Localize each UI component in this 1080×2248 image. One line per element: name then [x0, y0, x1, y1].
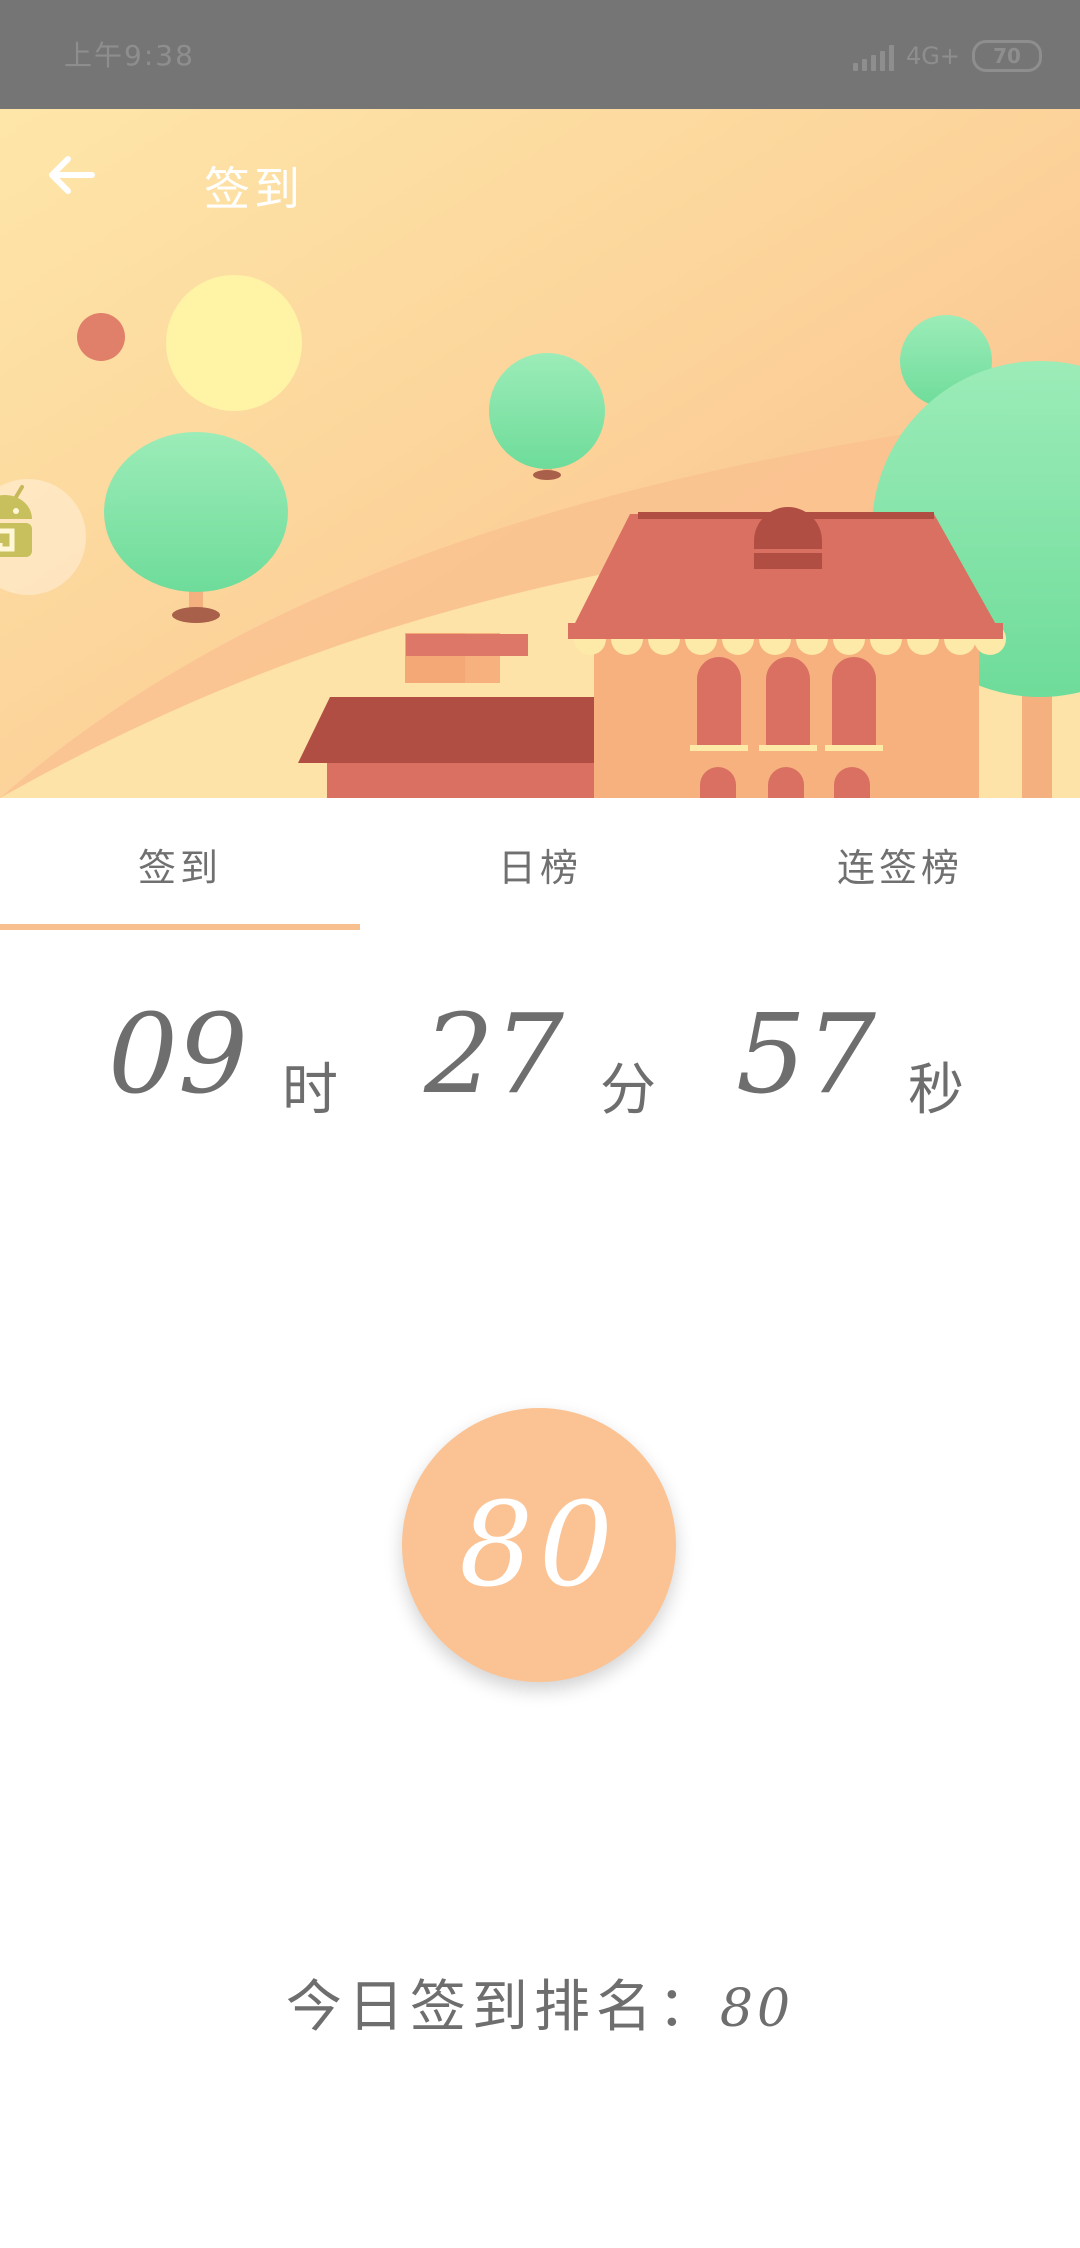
header-banner: 签到: [0, 109, 1080, 798]
signal-icon: [853, 41, 895, 71]
battery-level: 70: [993, 44, 1021, 68]
page-title: 签到: [204, 162, 304, 216]
rank-label: 今日签到排名：: [285, 1975, 720, 2040]
tab-active-indicator: [0, 924, 360, 930]
android-icon: [0, 485, 32, 557]
tab-daily-rank[interactable]: 日榜: [360, 798, 720, 930]
status-time: 上午9:38: [64, 39, 195, 72]
tab-label: 签到: [137, 845, 222, 890]
status-bar: 上午9:38 4G+ 70: [0, 0, 1080, 109]
countdown-minutes-unit: 分: [600, 1058, 656, 1123]
arrow-left-icon: [49, 156, 95, 194]
countdown-timer: 09 时 27 分 57 秒: [0, 990, 1080, 1140]
status-indicators: 4G+ 70: [853, 40, 1042, 72]
checkin-button[interactable]: 80: [402, 1408, 676, 1682]
countdown-seconds-unit: 秒: [908, 1058, 964, 1123]
tab-bar: 签到 日榜 连签榜: [0, 798, 1080, 930]
countdown-hours: 09: [108, 990, 248, 1118]
countdown-seconds: 57: [736, 990, 876, 1118]
checkin-count: 80: [459, 1477, 619, 1613]
network-type: 4G+: [906, 42, 960, 70]
tab-streak-rank[interactable]: 连签榜: [720, 798, 1080, 930]
rank-value: 80: [719, 1979, 795, 2039]
today-rank: 今日签到排名：80: [0, 1962, 1080, 2043]
countdown-hours-unit: 时: [282, 1058, 338, 1123]
back-button[interactable]: [48, 155, 108, 215]
header-illustration: [0, 109, 1080, 798]
tab-checkin[interactable]: 签到: [0, 798, 360, 930]
battery-icon: 70: [972, 40, 1042, 72]
tab-label: 日榜: [497, 845, 582, 890]
tab-label: 连签榜: [836, 845, 963, 890]
countdown-minutes: 27: [424, 990, 564, 1118]
